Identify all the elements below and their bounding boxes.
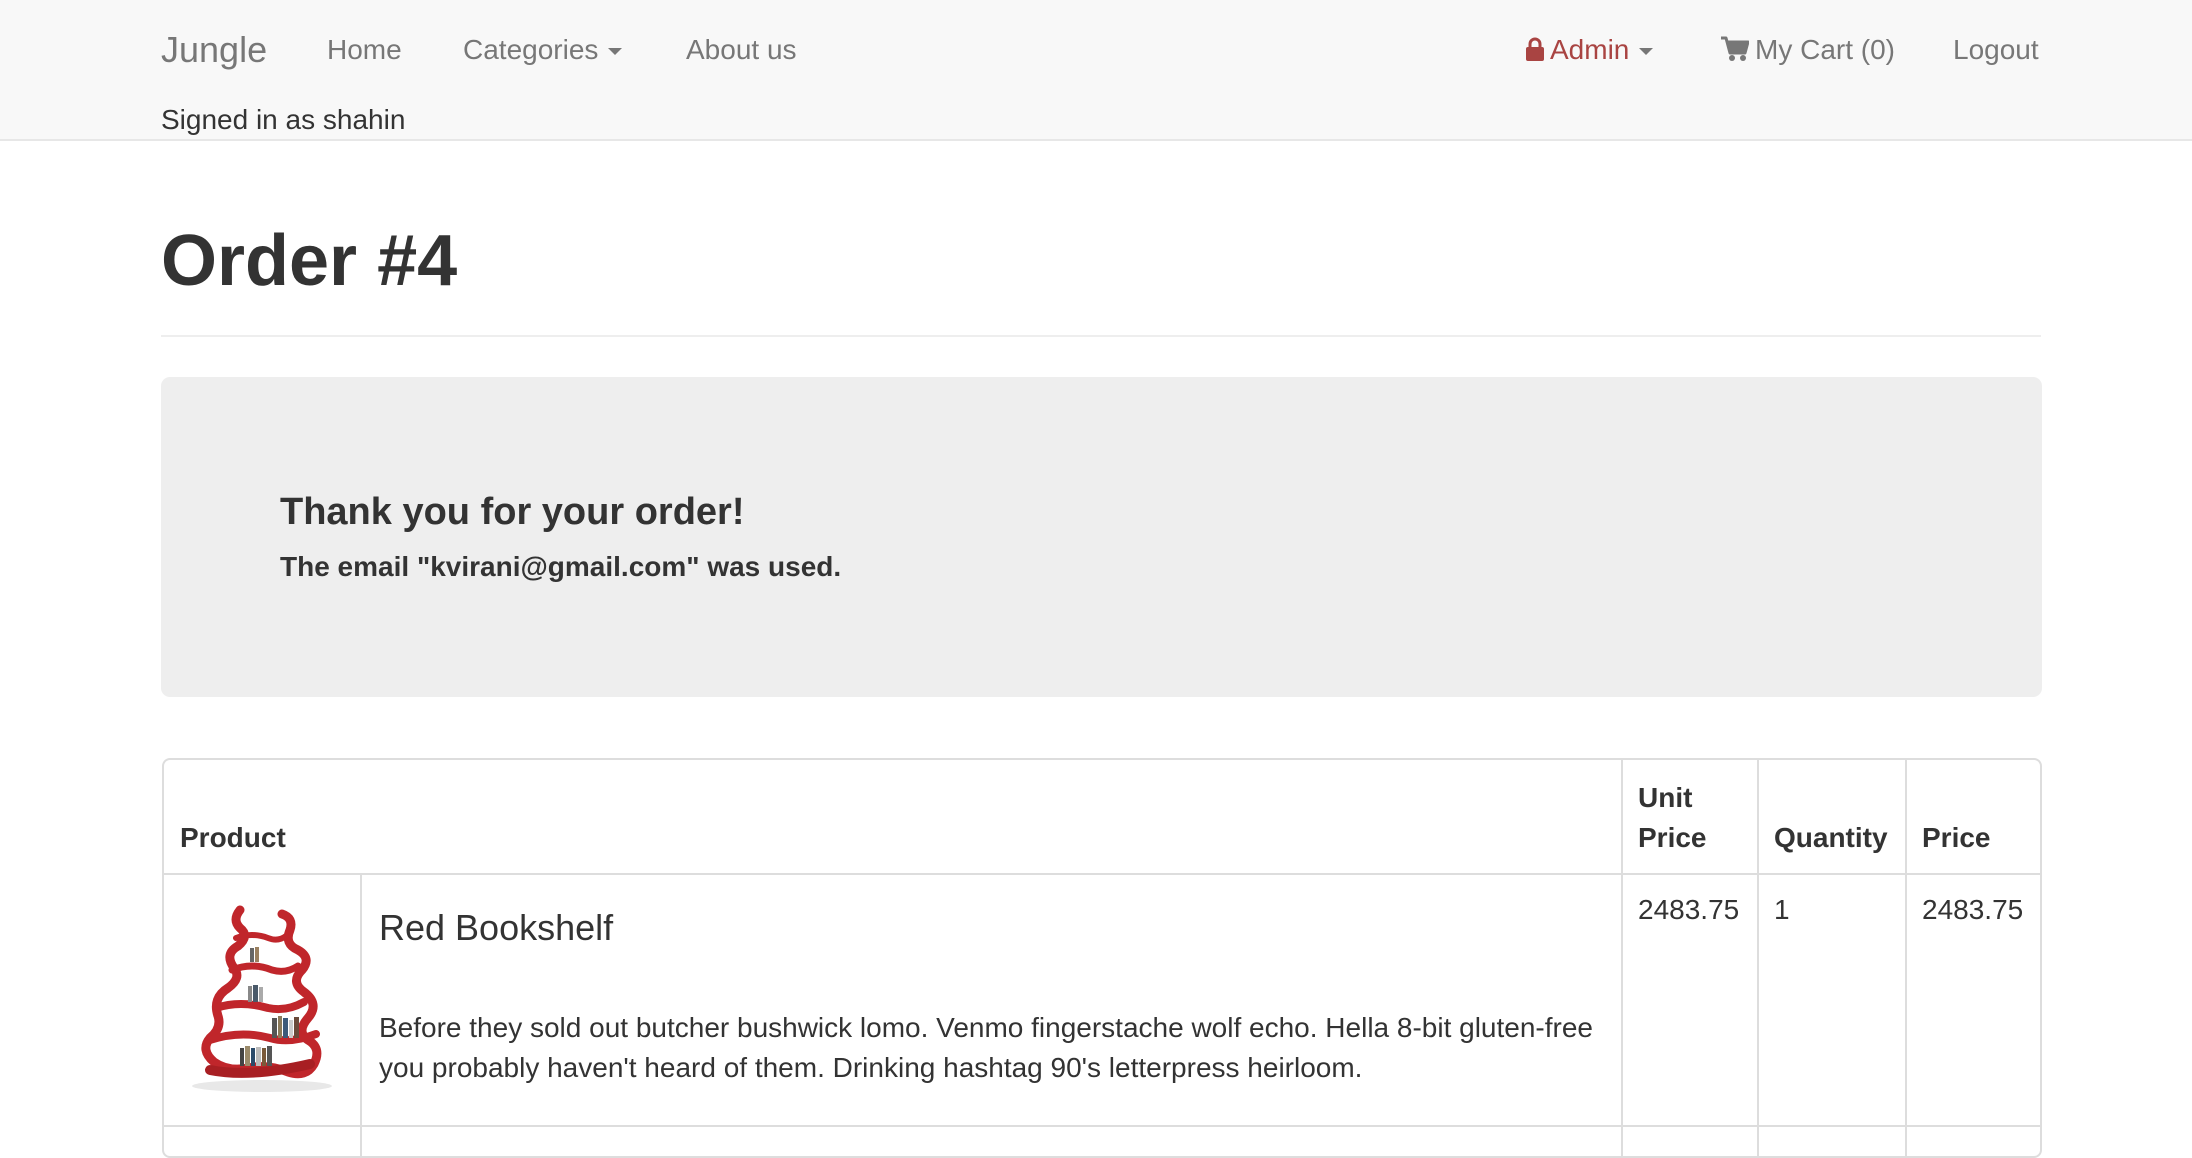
confirmation-email-text: The email "kvirani@gmail.com" was used. xyxy=(280,551,842,582)
product-image xyxy=(192,905,332,1092)
signed-in-text: Signed in as shahin xyxy=(161,104,406,135)
header-unit-price-line2: Price xyxy=(1638,822,1707,853)
nav-admin-dropdown[interactable]: Admin xyxy=(1526,30,1654,70)
nav-categories-dropdown[interactable]: Categories xyxy=(463,30,623,70)
product-name: Red Bookshelf xyxy=(379,907,614,948)
order-confirmation-panel: Thank you for your order! The email "kvi… xyxy=(161,377,2042,697)
header-price: Price xyxy=(1922,822,1991,853)
caret-down-icon xyxy=(608,48,623,56)
column-divider xyxy=(1905,760,1907,1156)
unit-price-cell: 2483.75 xyxy=(1638,894,1740,925)
nav-logout-label: Logout xyxy=(1953,34,2039,65)
row-divider xyxy=(164,1125,2040,1127)
nav-cart[interactable]: My Cart (0) xyxy=(1721,30,1895,70)
nav-categories-label: Categories xyxy=(463,34,599,65)
page-title: Order #4 xyxy=(161,221,458,301)
header-unit-price-line1: Unit xyxy=(1638,782,1693,813)
column-divider xyxy=(1621,760,1623,1156)
product-description: Before they sold out butcher bushwick lo… xyxy=(379,1012,1593,1083)
quantity-cell: 1 xyxy=(1774,894,1790,925)
confirmation-heading: Thank you for your order! xyxy=(280,491,745,533)
brand-link[interactable]: Jungle xyxy=(161,30,267,70)
header-divider xyxy=(164,873,2040,875)
nav-home[interactable]: Home xyxy=(327,30,402,70)
page-header-divider xyxy=(161,335,2041,337)
nav-about[interactable]: About us xyxy=(686,30,797,70)
nav-cart-label: My Cart (0) xyxy=(1755,34,1895,65)
header-product: Product xyxy=(180,822,286,853)
nav-admin-label: Admin xyxy=(1550,34,1630,65)
price-cell: 2483.75 xyxy=(1922,894,2024,925)
header-quantity: Quantity xyxy=(1774,822,1888,853)
nav-about-label: About us xyxy=(686,34,797,65)
image-column-divider xyxy=(360,875,362,1156)
nav-logout[interactable]: Logout xyxy=(1953,30,2039,70)
nav-home-label: Home xyxy=(327,34,402,65)
navbar: Jungle Home Categories About us Admin My… xyxy=(0,0,2192,141)
shopping-cart-icon xyxy=(1721,36,1749,61)
order-items-table: Product Unit Price Quantity Price Red Bo… xyxy=(162,758,2042,1158)
column-divider xyxy=(1757,760,1759,1156)
lock-icon xyxy=(1526,37,1544,61)
caret-down-icon xyxy=(1639,48,1654,56)
